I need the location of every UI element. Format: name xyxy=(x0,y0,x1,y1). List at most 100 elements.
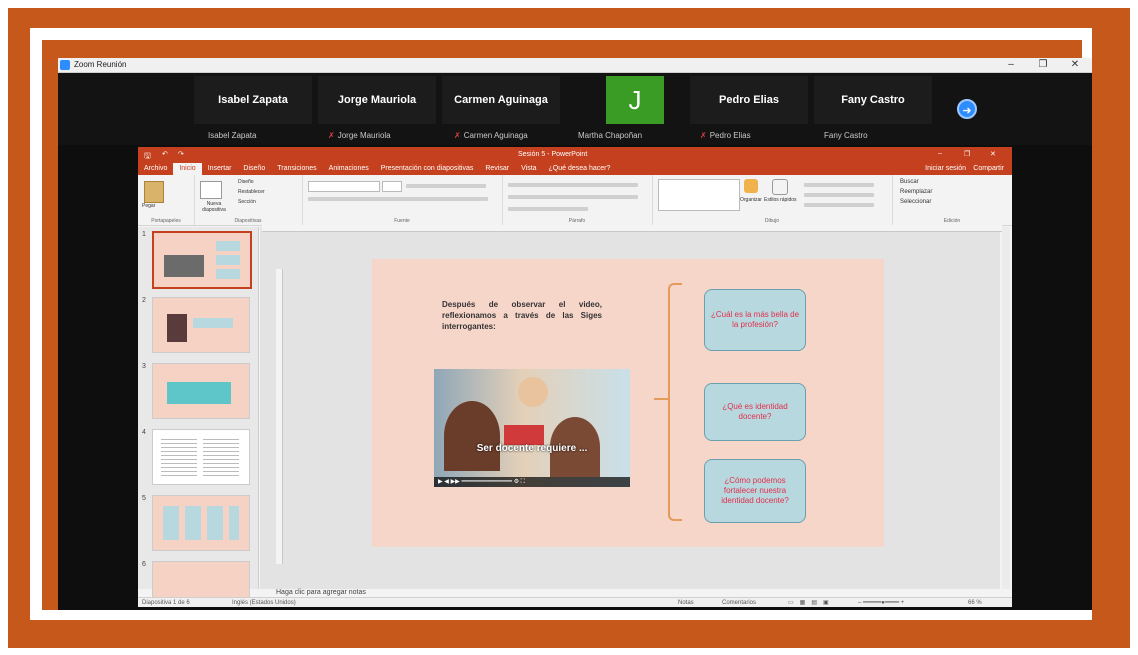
zoom-slider[interactable]: – ━━━━━●━━━━ + xyxy=(858,598,904,607)
ppt-window-title: Sesión 5 - PowerPoint xyxy=(518,151,588,158)
new-slide-label[interactable]: Nueva diapositiva xyxy=(196,201,232,213)
participant-tile-jorge[interactable]: Jorge Mauriola xyxy=(318,76,436,124)
ribbon-group-slides: Nueva diapositiva Diseño Restablecer Sec… xyxy=(194,175,303,225)
ppt-restore-icon[interactable]: ❐ xyxy=(964,150,970,158)
arrange-icon[interactable] xyxy=(744,179,758,193)
thumb-number: 4 xyxy=(142,429,146,436)
reset-button[interactable]: Restablecer xyxy=(238,189,265,195)
ribbon-group-label: Portapapeles xyxy=(151,218,181,224)
tab-vista[interactable]: Vista xyxy=(515,163,542,175)
section-button[interactable]: Sección xyxy=(238,199,256,205)
question-box-1[interactable]: ¿Cuál es la más bella de la profesión? xyxy=(704,289,806,351)
minimize-button[interactable]: – xyxy=(1000,58,1022,72)
participant-name-pedro-text: Pedro Elias xyxy=(709,131,751,140)
font-format-buttons[interactable] xyxy=(406,184,486,188)
participant-name-martha: Martha Chapoñan xyxy=(578,131,643,140)
participant-tile-pedro[interactable]: Pedro Elias xyxy=(690,76,808,124)
current-slide[interactable]: Después de observar el video, reflexiona… xyxy=(372,259,884,547)
participant-name-carmen: ✗ Carmen Aguinaga xyxy=(454,131,528,140)
tab-revisar[interactable]: Revisar xyxy=(479,163,515,175)
tab-animaciones[interactable]: Animaciones xyxy=(323,163,375,175)
paste-icon[interactable] xyxy=(144,181,164,203)
paste-button-label[interactable]: Pegar xyxy=(142,203,155,209)
shapes-gallery[interactable] xyxy=(658,179,740,211)
participant-tile-martha[interactable]: J xyxy=(606,76,664,124)
video-controls[interactable]: ▶ ◀ ▶▶ ━━━━━━━━━━━━━━ ⚙ ⛶ xyxy=(434,477,630,487)
shape-effects-button[interactable] xyxy=(804,203,874,207)
thumb-number: 5 xyxy=(142,495,146,502)
vertical-scrollbar[interactable] xyxy=(1002,227,1010,589)
tab-insertar[interactable]: Insertar xyxy=(202,163,238,175)
zoom-level[interactable]: 66 % xyxy=(968,598,982,607)
arrange-button[interactable]: Organizar xyxy=(740,197,762,203)
paragraph-list-buttons[interactable] xyxy=(508,183,638,187)
participant-tile-isabel[interactable]: Isabel Zapata xyxy=(194,76,312,124)
font-size-select[interactable] xyxy=(382,181,402,192)
share-button[interactable]: Compartir xyxy=(967,163,1010,175)
paragraph-extra-buttons[interactable] xyxy=(508,207,588,211)
sign-in-link[interactable]: Iniciar sesión xyxy=(919,163,972,175)
slide-thumbnail-4[interactable] xyxy=(152,429,250,485)
slide-thumbnail-1[interactable] xyxy=(152,231,252,289)
new-slide-icon[interactable] xyxy=(200,181,222,199)
participant-name-carmen-text: Carmen Aguinaga xyxy=(463,131,528,140)
thumb-number: 6 xyxy=(142,561,146,568)
slide-thumbnail-2[interactable] xyxy=(152,297,250,353)
powerpoint-window: 🖫 ↶ ↷ Sesión 5 - PowerPoint – ❐ ✕ Archiv… xyxy=(138,147,1012,607)
slide-thumbnail-5[interactable] xyxy=(152,495,250,551)
save-icon[interactable]: 🖫 xyxy=(144,150,151,164)
ribbon-group-label: Edición xyxy=(943,218,961,224)
question-box-3[interactable]: ¿Cómo podemos fortalecer nuestra identid… xyxy=(704,459,806,523)
brace-tip xyxy=(654,398,668,400)
ppt-titlebar: 🖫 ↶ ↷ Sesión 5 - PowerPoint – ❐ ✕ xyxy=(138,147,1012,163)
comments-toggle-button[interactable]: Comentarios xyxy=(722,598,756,607)
restore-button[interactable]: ❐ xyxy=(1032,58,1054,72)
close-button[interactable]: ✕ xyxy=(1064,58,1086,72)
thumb-number: 2 xyxy=(142,297,146,304)
paragraph-align-buttons[interactable] xyxy=(508,195,638,199)
tell-me-search[interactable]: ¿Qué desea hacer? xyxy=(543,163,617,175)
participant-gallery: ✋ Isabel Zapata Jorge Mauriola Carmen Ag… xyxy=(58,73,1092,145)
question-box-2[interactable]: ¿Qué es identidad docente? xyxy=(704,383,806,441)
select-button[interactable]: Seleccionar xyxy=(900,199,931,205)
video-person-child xyxy=(444,401,500,471)
shape-outline-button[interactable] xyxy=(804,193,874,197)
zoom-titlebar: Zoom Reunión – ❐ ✕ xyxy=(58,58,1092,73)
participant-tile-carmen[interactable]: Carmen Aguinaga xyxy=(442,76,560,124)
tab-inicio[interactable]: Inicio xyxy=(173,163,202,175)
quick-styles-icon[interactable] xyxy=(772,179,788,195)
participant-name-pedro: ✗ Pedro Elias xyxy=(700,131,751,140)
muted-mic-icon: ✗ xyxy=(700,131,707,140)
shape-fill-button[interactable] xyxy=(804,183,874,187)
find-button[interactable]: Buscar xyxy=(900,179,919,185)
zoom-app-icon xyxy=(60,60,70,70)
ribbon-group-drawing: Organizar Estilos rápidos Dibujo xyxy=(652,175,893,225)
thumb-doc-page xyxy=(203,436,239,478)
undo-icon[interactable]: ↶ xyxy=(162,150,168,158)
replace-button[interactable]: Reemplazar xyxy=(900,189,932,195)
embedded-video[interactable]: Ser docente requiere ... ▶ ◀ ▶▶ ━━━━━━━━… xyxy=(434,369,630,487)
tab-presentacion[interactable]: Presentación con diapositivas xyxy=(375,163,480,175)
slide-thumbnail-3[interactable] xyxy=(152,363,250,419)
tab-archivo[interactable]: Archivo xyxy=(138,163,173,175)
font-family-select[interactable] xyxy=(308,181,380,192)
ribbon-group-label: Dibujo xyxy=(764,218,780,224)
participant-tile-fany[interactable]: Fany Castro xyxy=(814,76,932,124)
video-person-teacher xyxy=(518,377,548,407)
notes-pane[interactable]: Haga clic para agregar notas xyxy=(260,589,1000,597)
thumb-number: 3 xyxy=(142,363,146,370)
ppt-close-icon[interactable]: ✕ xyxy=(990,150,996,158)
ribbon-group-clipboard: Pegar Portapapeles xyxy=(138,175,195,225)
tab-transiciones[interactable]: Transiciones xyxy=(271,163,322,175)
view-buttons[interactable]: ▭▦▤▣ xyxy=(788,598,835,607)
notes-toggle-button[interactable]: Notas xyxy=(678,598,694,607)
tab-diseno[interactable]: Diseño xyxy=(237,163,271,175)
arrow-right-circle-icon[interactable]: ➜ xyxy=(957,99,977,119)
ppt-minimize-icon[interactable]: – xyxy=(938,150,942,157)
quick-styles-button[interactable]: Estilos rápidos xyxy=(764,197,800,203)
participant-name-fany: Fany Castro xyxy=(824,131,868,140)
slide-instruction-text: Después de observar el video, reflexiona… xyxy=(442,300,602,331)
redo-icon[interactable]: ↷ xyxy=(178,150,184,158)
layout-button[interactable]: Diseño xyxy=(238,179,254,185)
font-style-buttons[interactable] xyxy=(308,197,488,201)
